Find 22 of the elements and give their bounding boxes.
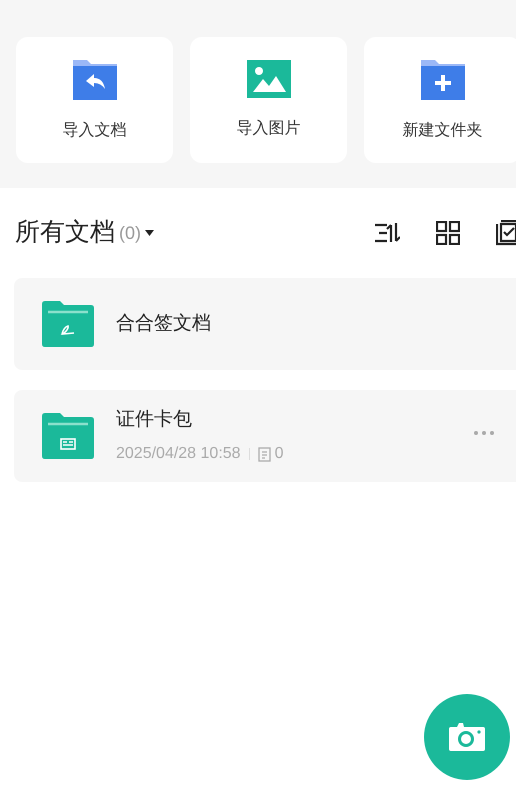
folder-plus-icon xyxy=(420,60,464,100)
camera-icon xyxy=(448,722,486,752)
folder-icon xyxy=(42,413,94,459)
action-card[interactable]: 导入图片 xyxy=(190,37,347,163)
folder-icon xyxy=(42,301,94,347)
folder-row[interactable]: 合合签文档 xyxy=(14,278,516,370)
file-count: 0 xyxy=(274,444,284,464)
grid-view-icon[interactable] xyxy=(436,221,460,245)
folder-row[interactable]: 证件卡包 2025/04/28 10:58 0 xyxy=(14,390,516,482)
folder-reply-icon xyxy=(72,60,116,100)
folder-name: 证件卡包 xyxy=(116,408,193,432)
document-count: (0) xyxy=(119,222,141,245)
folder-name: 合合签文档 xyxy=(116,312,211,336)
file-count-icon xyxy=(258,446,271,462)
sort-icon[interactable] xyxy=(374,222,400,244)
action-card[interactable]: 导入文档 xyxy=(16,37,173,163)
section-title: 所有文档 xyxy=(15,217,115,248)
image-icon xyxy=(246,60,290,98)
action-card[interactable]: 新建文件夹 xyxy=(364,37,516,163)
dropdown-icon[interactable] xyxy=(145,230,154,236)
select-icon[interactable] xyxy=(496,220,516,246)
folder-date: 2025/04/28 10:58 xyxy=(116,444,241,464)
